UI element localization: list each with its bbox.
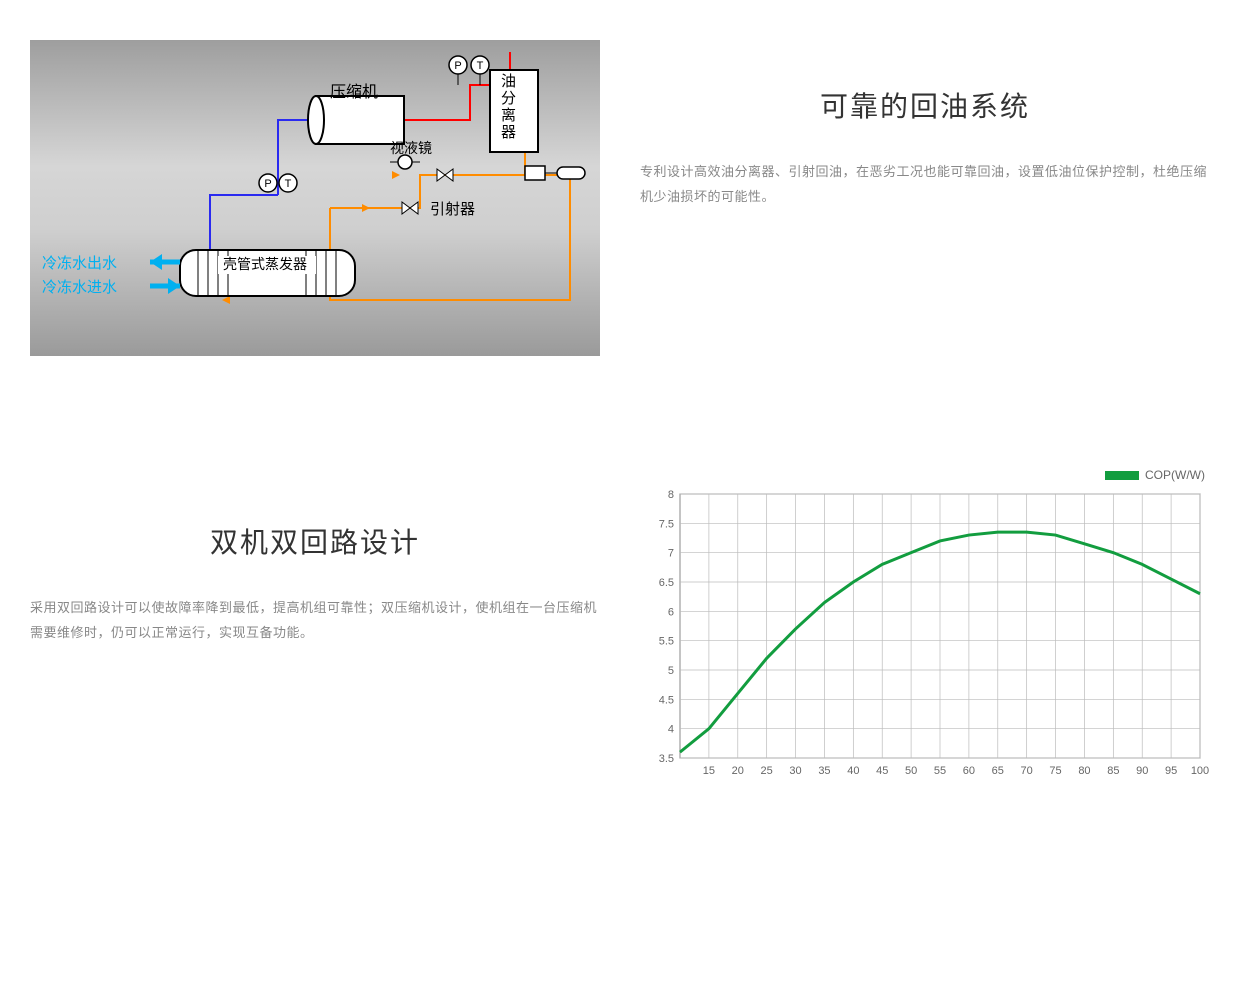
svg-text:3.5: 3.5 — [659, 753, 674, 765]
svg-text:50: 50 — [905, 765, 917, 777]
svg-text:4.5: 4.5 — [659, 694, 674, 706]
svg-text:P: P — [454, 60, 461, 72]
svg-text:T: T — [477, 60, 484, 72]
svg-text:P: P — [264, 178, 271, 190]
svg-text:5: 5 — [668, 665, 674, 677]
section2-desc: 采用双回路设计可以使故障率降到最低，提高机组可靠性；双压缩机设计，使机组在一台压… — [30, 596, 600, 645]
svg-text:60: 60 — [963, 765, 975, 777]
svg-text:7: 7 — [668, 548, 674, 560]
svg-text:70: 70 — [1021, 765, 1033, 777]
chart-legend: COP(W/W) — [1105, 468, 1205, 482]
section1-desc: 专利设计高效油分离器、引射回油，在恶劣工况也能可靠回油，设置低油位保护控制，杜绝… — [640, 160, 1210, 209]
svg-text:20: 20 — [732, 765, 744, 777]
svg-text:80: 80 — [1078, 765, 1090, 777]
label-water-out: 冷冻水出水 — [42, 252, 117, 273]
diagram-column: P T P T — [30, 40, 600, 356]
section-dual-circuit: 双机双回路设计 采用双回路设计可以使故障率降到最低，提高机组可靠性；双压缩机设计… — [30, 476, 1210, 786]
legend-swatch — [1105, 471, 1139, 480]
oil-return-diagram: P T P T — [30, 40, 600, 356]
svg-text:90: 90 — [1136, 765, 1148, 777]
label-evaporator: 壳管式蒸发器 — [223, 254, 307, 274]
text-column-1: 可靠的回油系统 专利设计高效油分离器、引射回油，在恶劣工况也能可靠回油，设置低油… — [640, 40, 1210, 356]
svg-text:8: 8 — [668, 489, 674, 501]
label-water-in: 冷冻水进水 — [42, 276, 117, 297]
cop-chart: COP(W/W) 1520253035404550556065707580859… — [640, 476, 1210, 786]
svg-text:6: 6 — [668, 606, 674, 618]
svg-text:4: 4 — [668, 724, 674, 736]
section1-title: 可靠的回油系统 — [640, 85, 1210, 125]
section2-title: 双机双回路设计 — [30, 521, 600, 561]
svg-text:5.5: 5.5 — [659, 636, 674, 648]
text-column-2: 双机双回路设计 采用双回路设计可以使故障率降到最低，提高机组可靠性；双压缩机设计… — [30, 476, 600, 786]
svg-text:25: 25 — [761, 765, 773, 777]
svg-text:6.5: 6.5 — [659, 577, 674, 589]
label-sight-glass: 视液镜 — [390, 138, 432, 158]
chart-svg: 15202530354045505560657075808590951003.5… — [640, 476, 1210, 786]
svg-text:40: 40 — [847, 765, 859, 777]
label-oil-separator: 油分离器 — [497, 73, 518, 141]
section-oil-return: P T P T — [30, 40, 1210, 356]
svg-text:100: 100 — [1191, 765, 1209, 777]
svg-text:95: 95 — [1165, 765, 1177, 777]
svg-text:15: 15 — [703, 765, 715, 777]
svg-text:7.5: 7.5 — [659, 518, 674, 530]
chart-column: COP(W/W) 1520253035404550556065707580859… — [640, 476, 1210, 786]
svg-text:85: 85 — [1107, 765, 1119, 777]
svg-text:75: 75 — [1049, 765, 1061, 777]
svg-text:35: 35 — [818, 765, 830, 777]
svg-text:T: T — [285, 178, 292, 190]
svg-text:55: 55 — [934, 765, 946, 777]
svg-text:30: 30 — [789, 765, 801, 777]
svg-text:65: 65 — [992, 765, 1004, 777]
svg-text:45: 45 — [876, 765, 888, 777]
legend-label: COP(W/W) — [1145, 468, 1205, 482]
label-compressor: 压缩机 — [330, 78, 378, 102]
label-ejector: 引射器 — [430, 198, 475, 219]
